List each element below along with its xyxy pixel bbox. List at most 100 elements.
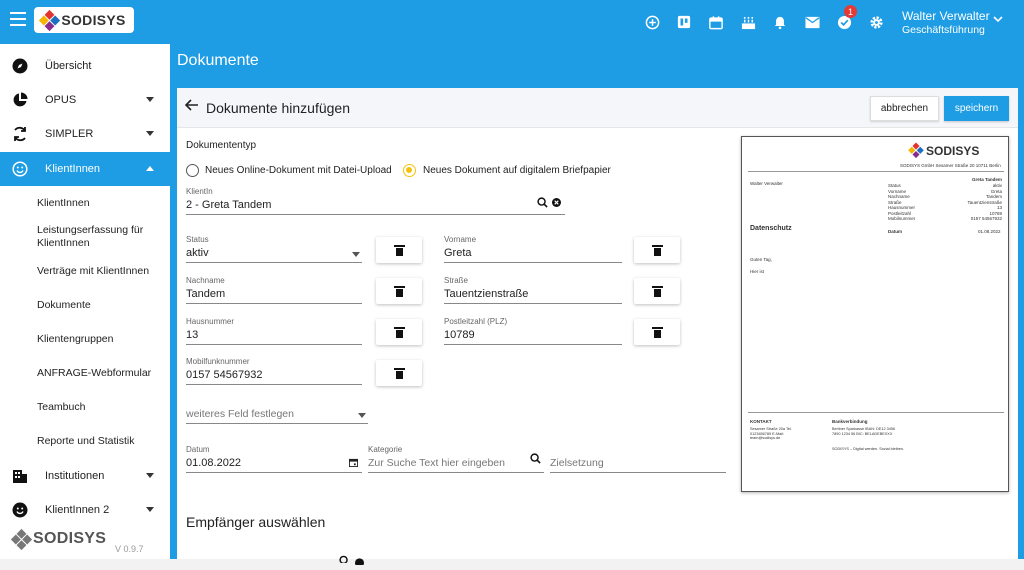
building-icon [12,468,28,484]
board-icon[interactable] [668,11,700,33]
task-check-icon[interactable]: 1 [828,5,860,33]
cake-icon[interactable] [732,11,764,33]
document-form-card: Dokumente hinzufügen abbrechen speichern… [177,88,1018,568]
kategorie-field[interactable]: Zur Suche Text hier eingeben [368,453,544,473]
sidebar-subitem[interactable]: KlientInnen [37,197,165,210]
task-badge: 1 [844,5,857,18]
plz-value: 10789 [444,329,475,341]
caret-down-icon [146,131,154,136]
card-title: Dokumente hinzufügen [206,100,350,116]
zielsetzung-field[interactable]: Zielsetzung [550,455,726,473]
sidebar-item-label: SIMPLER [45,128,94,140]
strasse-value: Tauentzienstraße [444,288,529,300]
menu-icon[interactable] [10,12,26,26]
sidebar-item-klientinnen-2[interactable]: KlientInnen 2 [0,493,170,527]
delete-vorname-button[interactable] [634,237,680,263]
sidebar-item-label: Institutionen [45,470,105,482]
delete-plz-button[interactable] [634,319,680,345]
sidebar-logo: SODISYS [10,528,106,550]
radio-letterhead-label[interactable]: Neues Dokument auf digitalem Briefpapier [423,165,611,176]
plz-field[interactable]: 10789 [444,327,622,345]
delete-mobil-button[interactable] [376,360,422,386]
client-field[interactable]: 2 - Greta Tandem [186,197,565,215]
sidebar-subitem[interactable]: Klientengruppen [37,333,165,346]
datum-field[interactable]: 01.08.2022 [186,455,362,473]
client-label: KlientIn [186,187,213,196]
sidebar-item-klientinnen[interactable]: KlientInnen [0,152,170,186]
preview-slogan: SODISYS – Digital werden. Sozial bleiben… [832,447,904,451]
sidebar-item-opus[interactable]: OPUS [0,83,170,117]
dropdown-arrow-icon [352,252,360,257]
zielsetzung-placeholder: Zielsetzung [550,457,604,469]
radio-letterhead[interactable] [403,164,416,177]
kategorie-label: Kategorie [368,445,403,454]
trash-icon [393,367,405,379]
delete-hausnummer-button[interactable] [376,319,422,345]
back-arrow-icon[interactable] [184,98,199,116]
sidebar-item-label: Übersicht [45,60,92,72]
search-icon[interactable] [339,550,350,568]
user-menu[interactable]: Walter Verwalter Geschäftsführung [902,9,990,37]
cancel-button[interactable]: abbrechen [870,96,939,121]
status-select[interactable]: aktiv [186,245,362,263]
sidebar-item-institutionen[interactable]: Institutionen [0,459,170,493]
vorname-field[interactable]: Greta [444,245,622,263]
user-name: Walter Verwalter [902,9,990,23]
calendar-icon[interactable] [349,458,358,470]
sidebar-item-uebersicht[interactable]: Übersicht [0,49,170,83]
search-icon[interactable] [537,197,548,211]
sync-icon [12,126,28,142]
preview-logo-text: SODISYS [926,144,980,158]
calendar-icon[interactable] [700,11,732,33]
clear-icon[interactable] [552,198,561,210]
mail-icon[interactable] [796,11,828,33]
hausnummer-field[interactable]: 13 [186,327,362,345]
chevron-down-icon[interactable] [993,14,1003,26]
preview-logo: SODISYS [908,142,980,159]
mobil-field[interactable]: 0157 54567932 [186,367,362,385]
clear-icon[interactable] [355,552,364,570]
save-button[interactable]: speichern [944,96,1009,121]
trash-icon [393,285,405,297]
delete-status-button[interactable] [376,237,422,263]
hausnummer-label: Hausnummer [186,317,235,326]
search-icon[interactable] [530,453,541,467]
card-header: Dokumente hinzufügen abbrechen speichern [177,88,1018,128]
pie-chart-icon [12,92,28,108]
delete-strasse-button[interactable] [634,278,680,304]
page-title-bar [170,44,1024,76]
preview-sender: Walter Verwalter [750,181,783,186]
preview-greeting: Guten Tag, [750,257,772,262]
sidebar-subitem[interactable]: Dokumente [37,299,165,312]
bell-icon[interactable] [764,11,796,33]
nachname-field[interactable]: Tandem [186,286,362,304]
strasse-field[interactable]: Tauentzienstraße [444,286,622,304]
top-bar: SODISYS 1 Walter Verwalter Geschäftsführ… [0,0,1024,44]
preview-doc-title: Datenschutz [750,225,792,232]
add-field-select[interactable]: weiteres Feld festlegen [186,406,368,424]
settings-icon[interactable] [860,11,892,33]
sidebar-item-label: KlientInnen [45,163,101,175]
doc-type-label: Dokumententyp [186,140,257,151]
logo-cube-icon [10,528,33,550]
preview-bank-lines: Berliner Sparkasse IBAN: DE12 3456 7890 … [832,427,896,436]
caret-down-icon [146,507,154,512]
sidebar-subitem[interactable]: Verträge mit KlientInnen [37,265,165,278]
sidebar-subitem[interactable]: ANFRAGE-Webformular [37,367,165,380]
nachname-label: Nachname [186,276,225,285]
plus-circle-icon[interactable] [636,11,668,33]
kategorie-placeholder: Zur Suche Text hier eingeben [368,457,505,469]
radio-upload[interactable] [186,164,199,177]
app-logo[interactable]: SODISYS [34,7,134,33]
plz-label: Postleitzahl (PLZ) [444,317,508,326]
sidebar-subitem[interactable]: Teambuch [37,401,165,414]
status-value: aktiv [186,247,209,259]
sidebar-item-simpler[interactable]: SIMPLER [0,117,170,151]
delete-nachname-button[interactable] [376,278,422,304]
sidebar-subitem[interactable]: Leistungserfassung für KlientInnen [37,224,165,250]
sidebar-subitem[interactable]: Reporte und Statistik [37,435,165,448]
radio-upload-label[interactable]: Neues Online-Dokument mit Datei-Upload [205,165,392,176]
preview-recipient: Greta Tandem [972,177,1002,182]
preview-footer-divider [748,412,1004,413]
caret-up-icon [146,166,154,171]
